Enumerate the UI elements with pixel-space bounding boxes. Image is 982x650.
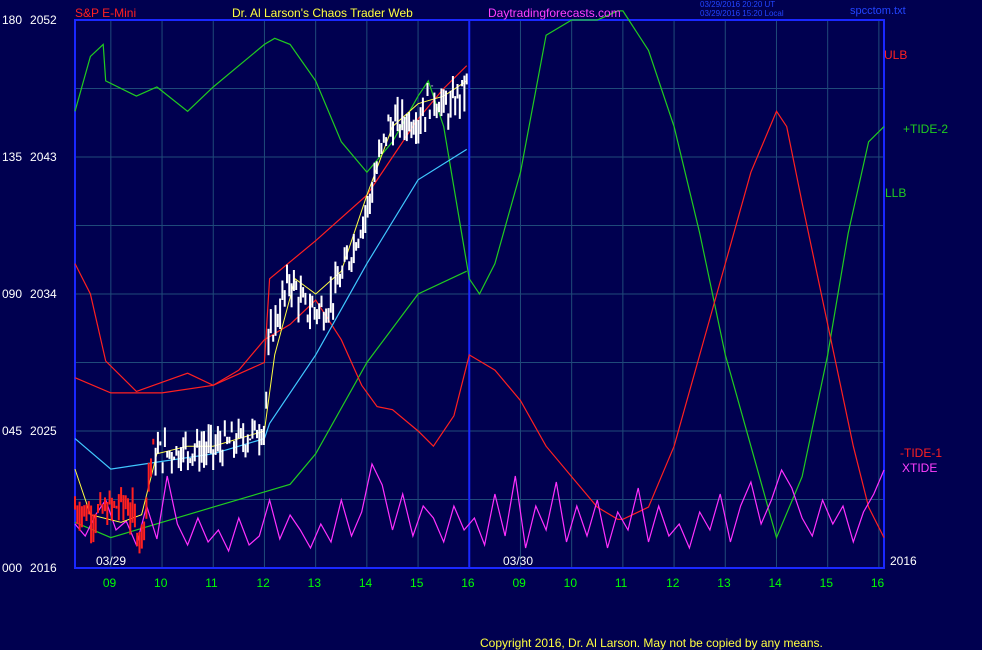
x-tick-label: 10 [154,576,168,590]
series--tide-2 [74,10,885,540]
stamp-ut: 03/29/2016 20:20 UT [700,0,776,9]
y-tick-price: 2016 [30,561,57,575]
x-tick-label: 13 [717,576,731,590]
x-tick-label: 14 [358,576,373,590]
date-label-2: 03/30 [503,554,534,568]
chart-title: Dr. Al Larson's Chaos Trader Web [232,6,413,20]
series--tide-1 [74,110,885,538]
copyright: Copyright 2016, Dr. Al Larson. May not b… [480,636,823,650]
y-tick-price: 2052 [30,13,57,27]
y-tick-angle: 180 [2,13,23,27]
y-tick-angle: 135 [2,150,23,164]
y-tick-price: 2043 [30,150,57,164]
series-xtide [74,462,885,553]
year-label: 2016 [890,554,917,568]
price-bars [74,73,468,554]
x-tick-label: 14 [768,576,782,590]
x-tick-label: 12 [256,576,270,590]
x-tick-label: 11 [205,576,218,590]
y-tick-price: 2034 [30,287,57,301]
x-tick-label: 09 [512,576,526,590]
label-tide2: +TIDE-2 [903,122,949,136]
x-tick-label: 11 [614,576,628,590]
y-tick-angle: 090 [2,287,23,301]
y-tick-angle: 000 [2,561,23,575]
instrument-label: S&P E-Mini [75,6,137,20]
x-tick-label: 09 [102,576,117,590]
label-llb: LLB [885,186,907,200]
site-link[interactable]: Daytradingforecasts.com [488,6,621,20]
y-tick-label: 180 2052 [2,13,57,27]
x-tick-label: 15 [410,576,424,590]
label-tide1: -TIDE-1 [900,446,942,460]
series-lines [74,10,885,553]
x-tick-label: 16 [461,576,475,590]
avg-yellow [74,80,467,523]
x-tick-label: 13 [307,576,321,590]
y-tick-label: 045 2025 [2,424,57,438]
x-tick-label: 12 [666,576,680,590]
date-label-1: 03/29 [96,554,127,568]
x-tick-label: 15 [819,576,834,590]
label-xtide: XTIDE [902,461,938,475]
y-tick-label: 000 2016 [2,561,57,575]
file-label: spcctom.txt [850,5,906,17]
x-tick-label: 10 [563,576,578,590]
y-tick-label: 135 2043 [2,150,57,164]
chart-canvas [74,10,885,569]
label-ulb: ULB [884,48,908,62]
y-tick-angle: 045 [2,424,23,438]
x-tick-label: 16 [870,576,885,590]
y-tick-label: 090 2034 [2,287,57,301]
stamp-local: 03/29/2016 15:20 Local [700,9,784,18]
y-tick-price: 2025 [30,424,57,438]
